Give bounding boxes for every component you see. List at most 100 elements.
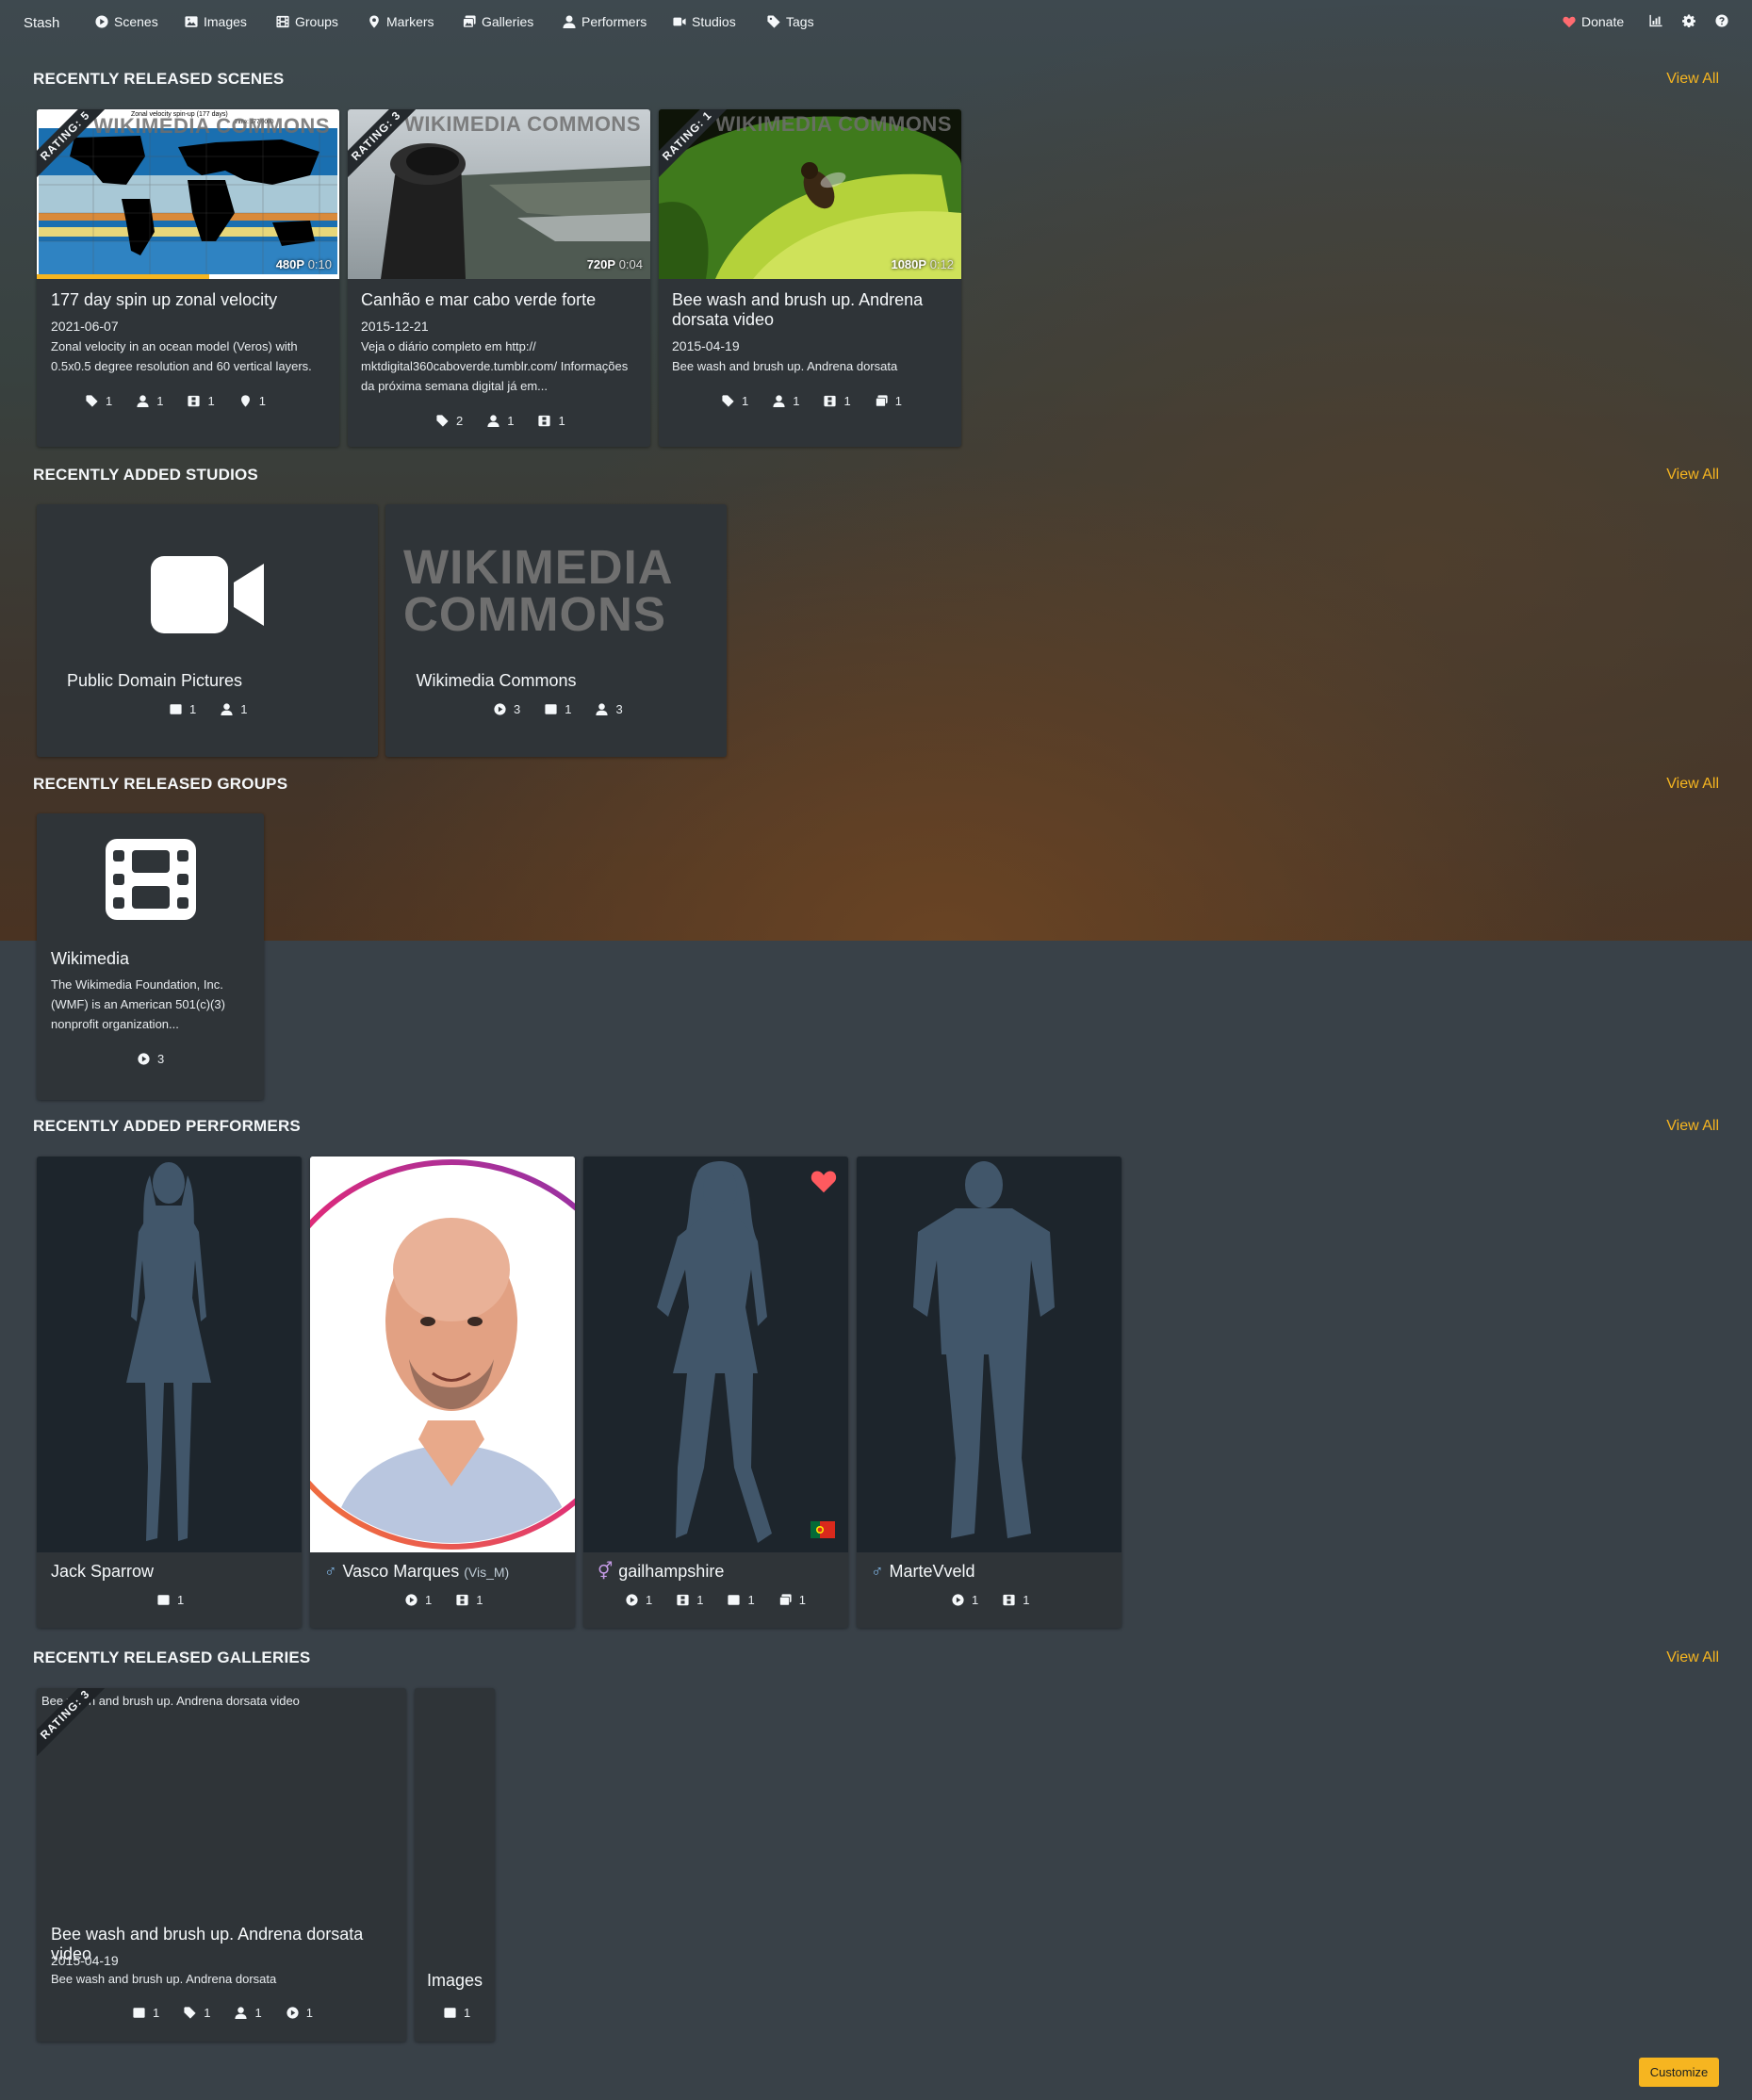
performer-count[interactable]: 3 (596, 702, 623, 716)
performer-image[interactable] (857, 1157, 1122, 1552)
resolution-duration: 1080P 0:12 (891, 257, 954, 271)
performer-card[interactable]: Jack Sparrow 1 (37, 1157, 302, 1628)
brand-link[interactable]: Stash (24, 15, 59, 31)
customize-button[interactable]: Customize (1639, 2058, 1719, 2087)
user-icon (221, 703, 233, 715)
group-card[interactable]: Wikimedia The Wikimedia Foundation, Inc.… (37, 813, 264, 1100)
nav-performers[interactable]: Performers (563, 14, 647, 29)
marker-count[interactable]: 1 (239, 394, 266, 408)
performer-image[interactable] (37, 1157, 302, 1552)
studios-view-all-link[interactable]: View All (1666, 467, 1719, 484)
studio-card[interactable]: Public Domain Pictures 1 1 (37, 504, 378, 757)
scene-count[interactable]: 1 (287, 2006, 313, 2020)
groups-view-all-link[interactable]: View All (1666, 776, 1719, 793)
performer-image[interactable] (310, 1157, 575, 1552)
studio-card[interactable]: WIKIMEDIA COMMONS Wikimedia Commons 3 1 … (385, 504, 727, 757)
settings-button[interactable] (1682, 14, 1695, 27)
tag-count[interactable]: 1 (86, 394, 112, 408)
gallery-card[interactable]: Bee wash and brush up. Andrena dorsata v… (37, 1688, 406, 2042)
nav-galleries[interactable]: Galleries (463, 14, 533, 29)
performer-count[interactable]: 1 (235, 2006, 262, 2020)
group-count[interactable]: 1 (824, 394, 851, 408)
group-count[interactable]: 1 (188, 394, 215, 408)
scene-count[interactable]: 1 (952, 1593, 978, 1607)
scene-card[interactable]: WIKIMEDIA COMMONS RATING: 1 1080P 0:12 B… (659, 109, 961, 447)
scene-thumbnail[interactable]: WIKIMEDIA COMMONS RATING: 3 720P 0:04 (348, 109, 650, 279)
group-count[interactable]: 1 (538, 414, 565, 428)
performer-count[interactable]: 1 (487, 414, 514, 428)
gallery-cover[interactable]: Bee wash and brush up. Andrena dorsata v… (37, 1688, 406, 1914)
group-count[interactable]: 1 (456, 1593, 483, 1607)
video-camera-icon (151, 556, 264, 633)
image-count[interactable]: 1 (728, 1593, 755, 1607)
scene-title[interactable]: 177 day spin up zonal velocity (51, 290, 329, 310)
play-circle-icon (405, 1594, 418, 1606)
scene-thumbnail[interactable]: Zonal velocity spin-up (177 days) Time: … (37, 109, 339, 279)
group-count-value: 1 (843, 394, 851, 408)
performer-count[interactable]: 1 (773, 394, 799, 408)
scene-count-value: 1 (305, 2006, 313, 2020)
performer-name[interactable]: ⚥ gailhampshire (598, 1562, 843, 1582)
performer-count[interactable]: 1 (221, 702, 247, 716)
image-count[interactable]: 1 (444, 2006, 470, 2020)
nav-studios[interactable]: Studios (673, 14, 736, 29)
image-count[interactable]: 1 (157, 1593, 184, 1607)
nav-markers[interactable]: Markers (368, 14, 434, 29)
studio-name[interactable]: Public Domain Pictures (37, 671, 272, 691)
group-count[interactable]: 1 (1003, 1593, 1029, 1607)
performer-name[interactable]: ♂ MarteVveld (871, 1562, 1116, 1582)
gallery-count[interactable]: 1 (875, 394, 902, 408)
performer-name[interactable]: Jack Sparrow (51, 1562, 296, 1582)
scene-count[interactable]: 3 (494, 702, 520, 716)
group-count[interactable]: 1 (677, 1593, 703, 1607)
scene-title[interactable]: Canhão e mar cabo verde forte (361, 290, 639, 310)
stats-button[interactable] (1649, 14, 1662, 27)
tag-count[interactable]: 2 (436, 414, 463, 428)
image-count[interactable]: 1 (545, 702, 571, 716)
gallery-count[interactable]: 1 (778, 1593, 806, 1607)
scene-count[interactable]: 1 (626, 1593, 652, 1607)
scene-count[interactable]: 3 (138, 1052, 164, 1066)
scene-counts: 1 1 1 1 (722, 394, 902, 408)
nav-scenes[interactable]: Scenes (95, 14, 158, 29)
performer-name[interactable]: ♂ Vasco Marques (Vis_M) (324, 1562, 569, 1583)
gallery-title[interactable]: Images (415, 1971, 495, 1991)
map-marker-icon (240, 395, 250, 407)
donate-label: Donate (1581, 14, 1625, 29)
film-icon (538, 415, 551, 427)
nav-tags[interactable]: Tags (767, 14, 814, 29)
user-icon (596, 703, 609, 715)
galleries-view-all-link[interactable]: View All (1666, 1649, 1719, 1666)
tag-count[interactable]: 1 (722, 394, 748, 408)
image-count-value: 1 (189, 702, 197, 716)
image-count[interactable]: 1 (133, 2006, 159, 2020)
gallery-card[interactable]: Images 1 (415, 1688, 495, 2042)
scene-card[interactable]: WIKIMEDIA COMMONS RATING: 3 720P 0:04 Ca… (348, 109, 650, 447)
favorite-heart-icon[interactable] (810, 1168, 838, 1194)
nav-markers-label: Markers (386, 14, 434, 29)
play-circle-icon (952, 1594, 964, 1606)
performer-card[interactable]: ♂ Vasco Marques (Vis_M) 1 1 (310, 1157, 575, 1628)
tag-count[interactable]: 1 (184, 2006, 210, 2020)
performer-card[interactable]: ♂ MarteVveld 1 1 (857, 1157, 1122, 1628)
nav-images[interactable]: Images (185, 14, 247, 29)
gallery-count-value: 1 (798, 1593, 806, 1607)
performer-count[interactable]: 1 (137, 394, 163, 408)
scene-title[interactable]: Bee wash and brush up. Andrena dorsata v… (672, 290, 950, 330)
male-silhouette-image (913, 1161, 1055, 1538)
nav-groups[interactable]: Groups (276, 14, 338, 29)
tag-icon (86, 395, 98, 407)
performer-count-value: 1 (156, 394, 164, 408)
image-count[interactable]: 1 (170, 702, 196, 716)
scenes-view-all-link[interactable]: View All (1666, 71, 1719, 88)
help-button[interactable] (1715, 14, 1728, 27)
scene-card[interactable]: Zonal velocity spin-up (177 days) Time: … (37, 109, 339, 447)
scene-count[interactable]: 1 (405, 1593, 432, 1607)
donate-link[interactable]: Donate (1563, 14, 1624, 29)
performer-image[interactable] (583, 1157, 848, 1552)
studio-name[interactable]: Wikimedia Commons (385, 671, 607, 691)
performers-view-all-link[interactable]: View All (1666, 1118, 1719, 1135)
performer-card[interactable]: ⚥ gailhampshire 1 1 1 1 (583, 1157, 848, 1628)
group-name[interactable]: Wikimedia (51, 949, 258, 969)
scene-thumbnail[interactable]: WIKIMEDIA COMMONS RATING: 1 1080P 0:12 (659, 109, 961, 279)
